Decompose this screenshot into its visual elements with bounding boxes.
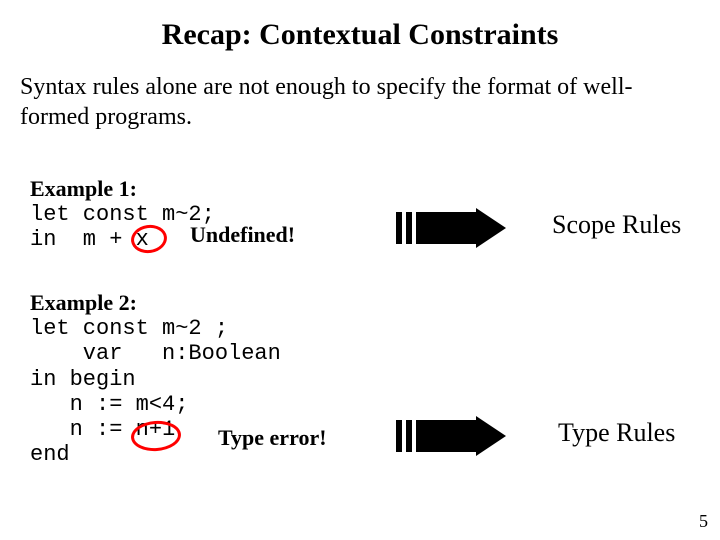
undefined-label: Undefined! xyxy=(190,222,295,248)
arrow-icon xyxy=(396,208,506,248)
example-2: Example 2: let const m~2 ; var n:Boolean… xyxy=(30,290,690,468)
example-2-header: Example 2: xyxy=(30,290,690,316)
scope-rules-label: Scope Rules xyxy=(552,210,681,240)
example-2-code-line-1: let const m~2 ; xyxy=(30,316,690,341)
page-number: 5 xyxy=(699,511,708,532)
example-2-code-line-2: var n:Boolean xyxy=(30,341,690,366)
slide: Recap: Contextual Constraints Syntax rul… xyxy=(0,0,720,540)
type-error-label: Type error! xyxy=(218,425,327,451)
type-rules-label: Type Rules xyxy=(558,418,675,448)
example-1: Example 1: let const m~2; in m + x Undef… xyxy=(30,176,690,253)
example-2-code-line-4: n := m<4; xyxy=(30,392,690,417)
example-1-header: Example 1: xyxy=(30,176,690,202)
arrow-icon xyxy=(396,416,506,456)
intro-text: Syntax rules alone are not enough to spe… xyxy=(0,52,720,132)
slide-title: Recap: Contextual Constraints xyxy=(0,0,720,52)
example-2-code-line-3: in begin xyxy=(30,367,690,392)
